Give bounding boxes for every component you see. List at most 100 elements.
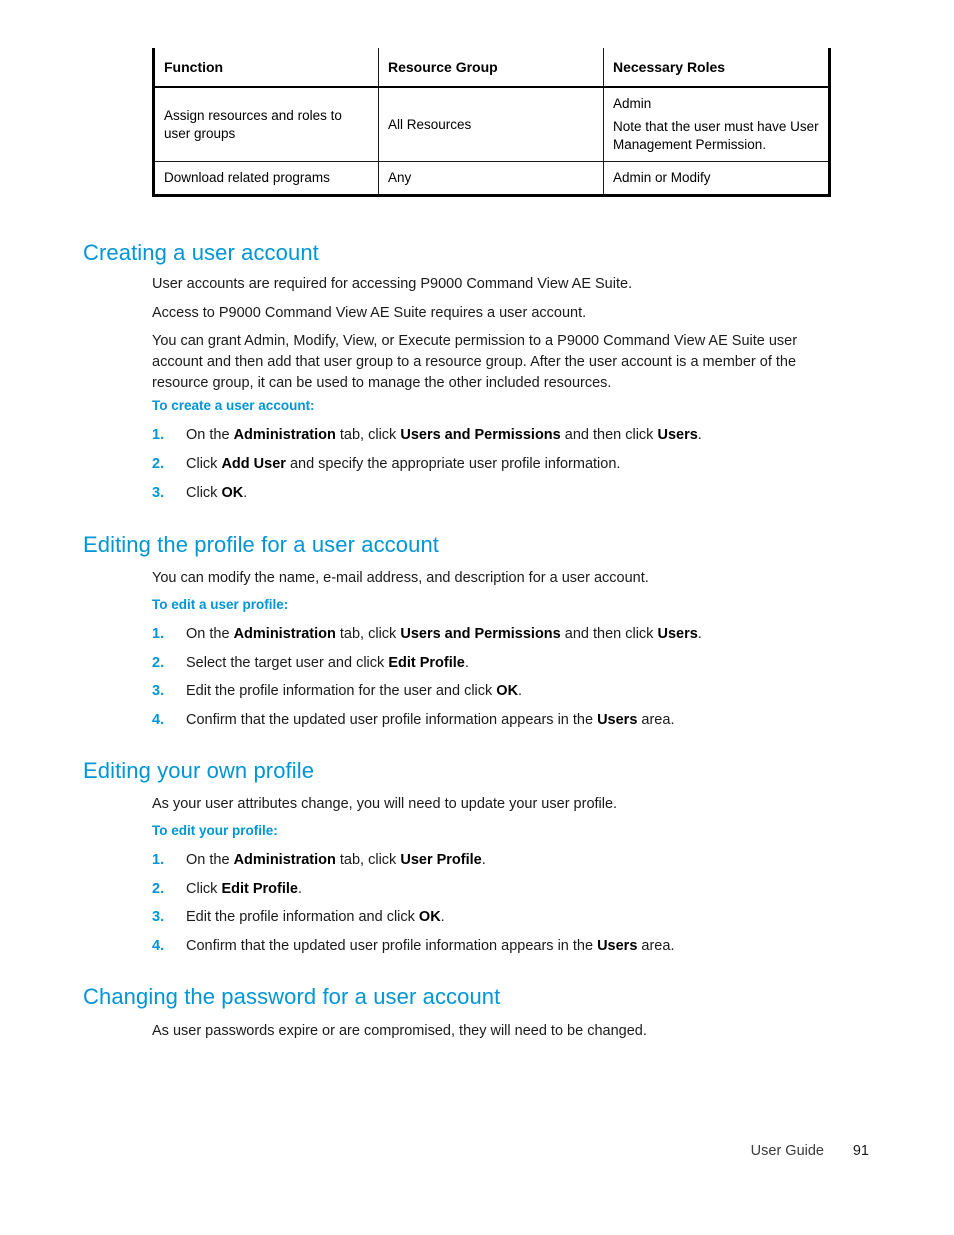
permissions-table: Function Resource Group Necessary Roles … [152, 48, 831, 197]
step-text: Edit the profile information and click O… [186, 909, 445, 925]
step-item: 3. Edit the profile information for the u… [152, 681, 832, 701]
step-item: 4. Confirm that the updated user profile … [152, 710, 832, 730]
step-text-mid: . [243, 485, 248, 501]
section-heading-editing-the-profile-for-a-user-account: Editing the profile for a user account [83, 532, 440, 557]
step-text: Confirm that the updated user profile in… [186, 712, 674, 728]
cell-roles-line-1: Admin [613, 96, 652, 112]
step-item: 1. On the Administration tab, click Users… [152, 624, 832, 644]
step-text-pre: Click [186, 485, 222, 501]
procedure-subheading-to-edit-a-user-profile: To edit a user profile: [152, 597, 289, 612]
step-text-pre: Confirm that the updated user profile in… [186, 712, 598, 728]
step-text-post: . [697, 626, 702, 642]
step-number: 1. [152, 852, 165, 868]
step-text-pre: Edit the profile information for the use… [186, 683, 497, 699]
step-text: Edit the profile information for the use… [186, 683, 522, 699]
step-item: 1. On the Administration tab, click Users… [152, 425, 832, 445]
step-emphasis: Edit Profile [221, 881, 298, 897]
step-text-mid: . [440, 909, 445, 925]
cell-resource-group: All Resources [378, 87, 604, 162]
step-text-pre: On the [186, 427, 234, 443]
step-text-mid: tab, click [335, 626, 401, 642]
step-text: Select the target user and click Edit Pr… [186, 655, 469, 671]
step-emphasis: Users [597, 712, 638, 728]
step-emphasis: Administration [233, 626, 336, 642]
cell-resource-group: Any [378, 161, 604, 197]
step-emphasis: OK [496, 683, 519, 699]
cell-necessary-roles: Admin Note that the user must have User … [603, 87, 831, 162]
step-emphasis: User Profile [400, 852, 482, 868]
paragraph: As user passwords expire or are compromi… [152, 1023, 647, 1039]
table-header-row: Function Resource Group Necessary Roles [152, 48, 831, 89]
step-text-pre: Edit the profile information and click [186, 909, 419, 925]
page-footer: User Guide 91 [0, 1143, 954, 1165]
step-number: 3. [152, 485, 165, 501]
step-item: 4. Confirm that the updated user profile … [152, 936, 832, 956]
step-text-mid: area. [637, 712, 675, 728]
step-text-pre: Select the target user and click [186, 655, 389, 671]
step-emphasis: Users [657, 427, 698, 443]
step-number: 2. [152, 881, 165, 897]
table-header-necessary-roles: Necessary Roles [603, 48, 831, 89]
step-text-mid: . [518, 683, 523, 699]
step-text-pre: Confirm that the updated user profile in… [186, 938, 598, 954]
section-heading-changing-the-password-for-a-user-account: Changing the password for a user account [83, 984, 501, 1009]
step-text-mid: and specify the appropriate user profile… [285, 456, 621, 472]
step-number: 2. [152, 655, 165, 671]
step-emphasis: Users [657, 626, 698, 642]
step-text-mid: and then click [560, 427, 658, 443]
step-text: On the Administration tab, click User Pr… [186, 852, 486, 868]
table-header-function: Function [152, 48, 379, 89]
step-text: On the Administration tab, click Users a… [186, 427, 702, 443]
step-number: 1. [152, 427, 165, 443]
footer-page-number: 91 [852, 1143, 869, 1159]
step-item: 3. Click OK. [152, 483, 832, 503]
step-emphasis: Users [597, 938, 638, 954]
step-text-pre: Click [186, 456, 222, 472]
procedure-subheading-to-edit-your-profile: To edit your profile: [152, 823, 278, 838]
paragraph: You can modify the name, e-mail address,… [152, 570, 649, 586]
step-number: 3. [152, 909, 165, 925]
step-emphasis: OK [418, 909, 441, 925]
step-emphasis: Users and Permissions [400, 427, 561, 443]
step-text-post: . [697, 427, 702, 443]
step-text: Click Add User and specify the appropria… [186, 456, 620, 472]
table-header-resource-group: Resource Group [378, 48, 604, 89]
document-page: Function Resource Group Necessary Roles … [0, 0, 954, 1235]
section-heading-creating-a-user-account: Creating a user account [83, 240, 319, 265]
step-text-pre: On the [186, 626, 234, 642]
step-item: 2. Click Edit Profile. [152, 879, 832, 899]
table-row: Download related programs Any Admin or M… [152, 161, 831, 197]
step-item: 2. Click Add User and specify the appropr… [152, 454, 832, 474]
step-text: Click Edit Profile. [186, 881, 302, 897]
paragraph: Access to P9000 Command View AE Suite re… [152, 305, 587, 321]
step-emphasis: Edit Profile [388, 655, 465, 671]
step-item: 3. Edit the profile information and click… [152, 907, 832, 927]
step-number: 4. [152, 938, 165, 954]
cell-roles-line-2: Note that the user must have User Manage… [613, 119, 819, 153]
step-emphasis: Users and Permissions [400, 626, 561, 642]
step-text: On the Administration tab, click Users a… [186, 626, 702, 642]
step-emphasis: OK [221, 485, 244, 501]
procedure-subheading-to-create-a-user-account: To create a user account: [152, 398, 315, 413]
step-item: 2. Select the target user and click Edit … [152, 653, 832, 673]
step-text-mid: tab, click [335, 427, 401, 443]
step-number: 3. [152, 683, 165, 699]
paragraph: User accounts are required for accessing… [152, 276, 633, 292]
step-item: 1. On the Administration tab, click User … [152, 850, 832, 870]
step-text-pre: On the [186, 852, 234, 868]
step-emphasis: Add User [221, 456, 286, 472]
step-text-mid: and then click [560, 626, 658, 642]
step-text-pre: Click [186, 881, 222, 897]
cell-function: Download related programs [152, 161, 379, 197]
footer-document-title: User Guide [750, 1143, 824, 1159]
step-number: 4. [152, 712, 165, 728]
step-emphasis: Administration [233, 852, 336, 868]
paragraph: You can grant Admin, Modify, View, or Ex… [152, 333, 798, 392]
step-text-mid: area. [637, 938, 675, 954]
step-text: Confirm that the updated user profile in… [186, 938, 674, 954]
cell-function: Assign resources and roles to user group… [152, 87, 379, 162]
table-row: Assign resources and roles to user group… [152, 87, 831, 162]
step-text-mid: tab, click [335, 852, 401, 868]
step-number: 2. [152, 456, 165, 472]
step-text: Click OK. [186, 485, 247, 501]
